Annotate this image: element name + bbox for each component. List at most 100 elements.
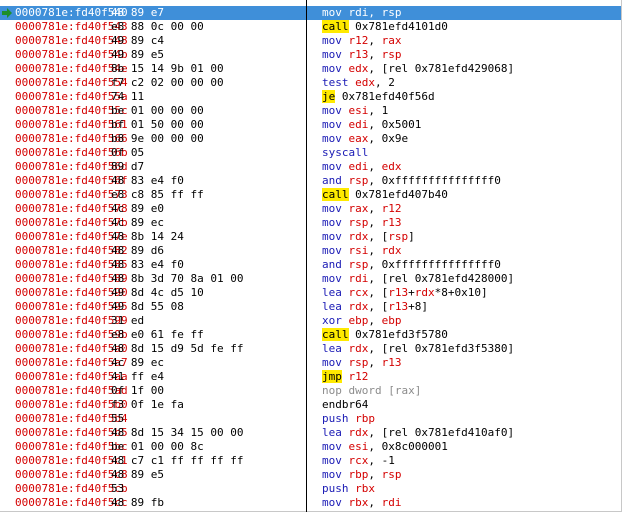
instruction-bytes: e8 e0 61 fe ff (111, 328, 204, 341)
register-token: edx (355, 76, 375, 89)
disasm-row[interactable]: 0000781e:fd40f5c1 48 c7 c1 ff ff ff ff mov… (0, 454, 621, 468)
disasm-row[interactable]: 0000781e:fd40f582 48 89 d6 mov rsi, rdx (0, 244, 621, 258)
instruction-bytes: be 01 00 00 00 (111, 104, 204, 117)
disasm-row[interactable]: 0000781e:fd40f56d 89 d7 mov edi, edx (0, 160, 621, 174)
disasm-row[interactable]: 0000781e:fd40f57e 48 8b 14 24 mov rdx, [rs… (0, 230, 621, 244)
instruction-operands: rdi, rsp (348, 6, 402, 19)
disasm-row[interactable]: 0000781e:fd40f5bc be 01 00 00 8c mov esi, … (0, 440, 621, 454)
instruction-operands: edx, [rel 0x781efd429068] (348, 62, 515, 75)
instruction-operands: 0x781efd40f56d (341, 90, 435, 103)
register-token: rdx (414, 286, 435, 299)
instruction-bytes: e8 88 0c 00 00 (111, 20, 204, 33)
register-token: esi (348, 104, 369, 117)
disasm-row[interactable]: 0000781e:fd40f5b5 48 8d 15 34 15 00 00 lea… (0, 426, 621, 440)
instruction-text: lea rdx, [r13+8] (322, 300, 428, 314)
register-token: rdx (348, 426, 369, 439)
instruction-mnemonic: xor (322, 314, 342, 327)
instruction-operands: rdx, [rel 0x781efd3f5380] (348, 342, 515, 355)
disasm-row[interactable]: 0000781e:fd40f54b 49 89 e5 mov r13, rsp (0, 48, 621, 62)
instruction-text: mov esi, 1 (322, 104, 388, 118)
disasm-row[interactable]: 0000781e:fd40f599 31 ed xor ebp, ebp (0, 314, 621, 328)
disasm-row[interactable]: 0000781e:fd40f585 48 83 e4 f0 and rsp, 0xf… (0, 258, 621, 272)
disasm-row[interactable]: 0000781e:fd40f540 48 89 e7 mov rdi, rsp (0, 6, 621, 20)
disasm-row[interactable]: 0000781e:fd40f5cb 53 push rbx (0, 482, 621, 496)
disasm-row[interactable]: 0000781e:fd40f554 f7 c2 02 00 00 00 test e… (0, 76, 621, 90)
instruction-mnemonic: syscall (322, 146, 369, 159)
register-token: rsi (348, 244, 369, 257)
instruction-bytes: 48 89 e5 (111, 468, 164, 481)
instruction-mnemonic: lea (322, 286, 342, 299)
column-separator[interactable] (306, 0, 307, 512)
instruction-bytes: 53 (111, 482, 125, 495)
instruction-mnemonic: push (322, 412, 349, 425)
instruction-operands: r13, rsp (348, 48, 402, 61)
instruction-operands: rsi, rdx (348, 244, 402, 257)
instruction-bytes: 48 83 e4 f0 (111, 174, 184, 187)
instruction-mnemonic: endbr64 (322, 398, 369, 411)
instruction-bytes: 89 d7 (111, 160, 145, 173)
instruction-bytes: 49 8d 4c d5 10 (111, 286, 204, 299)
instruction-text: mov rbx, rdi (322, 496, 402, 510)
register-token: rdx (348, 342, 369, 355)
instruction-operands: rdx, [r13+8] (348, 300, 429, 313)
instruction-text: nop dword [rax] (322, 384, 421, 398)
instruction-mnemonic: lea (322, 426, 342, 439)
register-token: r13 (388, 300, 409, 313)
disasm-row[interactable]: 0000781e:fd40f54e 8b 15 14 9b 01 00 mov ed… (0, 62, 621, 76)
disasm-row[interactable]: 0000781e:fd40f573 e8 c8 85 ff ff call 0x78… (0, 188, 621, 202)
instruction-operands: rsp, 0xfffffffffffffff0 (348, 174, 501, 187)
disasm-row[interactable]: 0000781e:fd40f578 4c 89 e0 mov rax, r12 (0, 202, 621, 216)
register-token: rbp (348, 468, 369, 481)
disasm-row[interactable]: 0000781e:fd40f57b 4c 89 ec mov rsp, r13 (0, 216, 621, 230)
instruction-mnemonic: mov (322, 104, 342, 117)
instruction-bytes: 31 ed (111, 314, 145, 327)
disasm-row[interactable]: 0000781e:fd40f5c8 48 89 e5 mov rbp, rsp (0, 468, 621, 482)
instruction-mnemonic: and (322, 174, 342, 187)
disasm-row[interactable]: 0000781e:fd40f5b0 f3 0f 1e fa endbr64 (0, 398, 621, 412)
instruction-operands: eax, 0x9e (348, 132, 409, 145)
disasm-row[interactable]: 0000781e:fd40f5cc 48 89 fb mov rbx, rdi (0, 496, 621, 510)
register-token: rdi (381, 496, 402, 509)
instruction-mnemonic: mov (322, 132, 342, 145)
instruction-operands: rbx (355, 482, 375, 495)
disasm-row[interactable]: 0000781e:fd40f56b 0f 05 syscall (0, 146, 621, 160)
register-token: rax (348, 202, 369, 215)
disasm-row[interactable]: 0000781e:fd40f589 48 8b 3d 70 8a 01 00 mov… (0, 272, 621, 286)
instruction-text: lea rcx, [r13+rdx*8+0x10] (322, 286, 488, 300)
instruction-operands: 0x781efd4101d0 (355, 20, 448, 33)
disasm-row[interactable]: 0000781e:fd40f548 49 89 c4 mov r12, rax (0, 34, 621, 48)
instruction-operands: rsp, r13 (348, 356, 402, 369)
disasm-row[interactable]: 0000781e:fd40f5ad 0f 1f 00 nop dword [rax] (0, 384, 621, 398)
disasm-row[interactable]: 0000781e:fd40f543 e8 88 0c 00 00 call 0x78… (0, 20, 621, 34)
disasm-row[interactable]: 0000781e:fd40f5aa 41 ff e4 jmp r12 (0, 370, 621, 384)
disasm-row[interactable]: 0000781e:fd40f5a0 48 8d 15 d9 5d fe ff lea… (0, 342, 621, 356)
register-token: rdx (381, 244, 402, 257)
disasm-row[interactable]: 0000781e:fd40f59b e8 e0 61 fe ff call 0x78… (0, 328, 621, 342)
disassembly-view[interactable]: 0000781e:fd40f540 48 89 e7 mov rdi, rsp 000… (0, 0, 622, 512)
disasm-row[interactable]: 0000781e:fd40f55c be 01 00 00 00 mov esi, … (0, 104, 621, 118)
instruction-bytes: 4c 89 ec (111, 356, 164, 369)
instruction-operands: rdx, [rsp] (348, 230, 415, 243)
instruction-text: jmp r12 (322, 370, 368, 384)
disasm-row[interactable]: 0000781e:fd40f55a 74 11 je 0x781efd40f56d (0, 90, 621, 104)
register-token: r12 (348, 370, 369, 383)
instruction-operands: rsp, r13 (348, 216, 402, 229)
disasm-row[interactable]: 0000781e:fd40f56f 48 83 e4 f0 and rsp, 0xf… (0, 174, 621, 188)
instruction-text: endbr64 (322, 398, 375, 412)
disasm-row[interactable]: 0000781e:fd40f566 b8 9e 00 00 00 mov eax, … (0, 132, 621, 146)
disasm-row[interactable]: 0000781e:fd40f590 49 8d 4c d5 10 lea rcx, … (0, 286, 621, 300)
disasm-row[interactable]: 0000781e:fd40f561 bf 01 50 00 00 mov edi, … (0, 118, 621, 132)
instruction-operands: edi, 0x5001 (348, 118, 422, 131)
instruction-text: je 0x781efd40f56d (322, 90, 435, 104)
disasm-row[interactable]: 0000781e:fd40f5a7 4c 89 ec mov rsp, r13 (0, 356, 621, 370)
instruction-mnemonic: mov (322, 440, 342, 453)
instruction-bytes: 4c 89 ec (111, 216, 164, 229)
instruction-text: mov r13, rsp (322, 48, 402, 62)
instruction-bytes: 48 8b 3d 70 8a 01 00 (111, 272, 244, 285)
register-token: rbx (348, 496, 369, 509)
instruction-operands: dword [rax] (348, 384, 422, 397)
instruction-operands: rcx, -1 (348, 454, 395, 467)
disasm-row[interactable]: 0000781e:fd40f5b4 55 push rbp (0, 412, 621, 426)
disasm-row[interactable]: 0000781e:fd40f595 49 8d 55 08 lea rdx, [r1… (0, 300, 621, 314)
instruction-operands: rbp (355, 412, 375, 425)
